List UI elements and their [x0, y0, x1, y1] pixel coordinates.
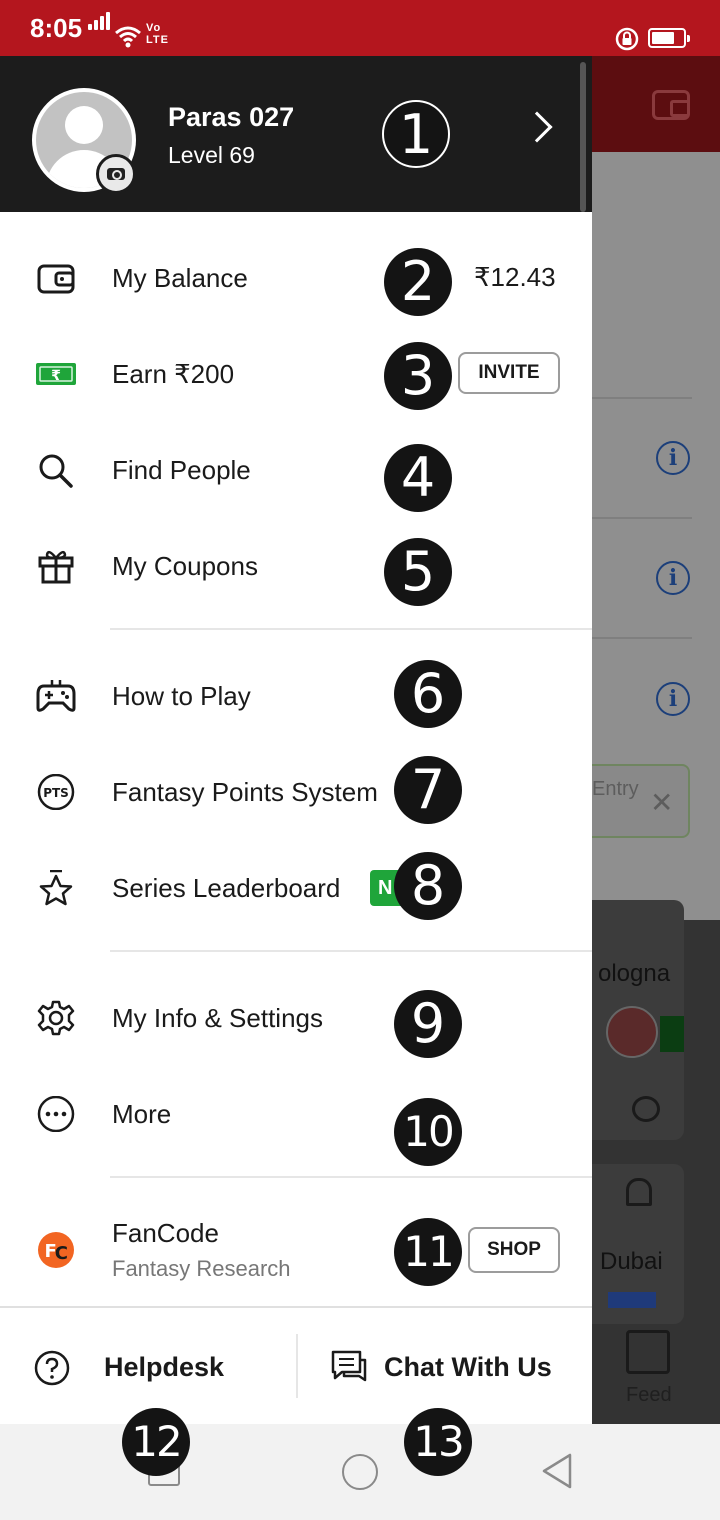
- avatar-head: [65, 106, 103, 144]
- info-icon: i: [656, 441, 690, 475]
- chat-with-us-button[interactable]: Chat With Us: [384, 1352, 552, 1383]
- points-icon: PTS: [37, 774, 75, 810]
- annotation-marker-3: 3: [384, 342, 452, 410]
- invite-button[interactable]: INVITE: [458, 352, 560, 394]
- wallet-icon: [652, 90, 690, 120]
- divider: [110, 628, 592, 630]
- feed-label: Feed: [626, 1384, 672, 1406]
- menu-label: More: [112, 1099, 172, 1129]
- menu-label: Fantasy Points System: [112, 777, 378, 807]
- star-icon: [39, 870, 73, 906]
- annotation-marker-11: 11: [394, 1218, 462, 1286]
- wallet-icon: [37, 264, 75, 294]
- more-icon: [37, 1096, 75, 1132]
- menu-label: My Info & Settings: [112, 1003, 323, 1033]
- home-button[interactable]: [342, 1454, 378, 1490]
- annotation-marker-13: 13: [404, 1408, 472, 1476]
- divider: [110, 950, 592, 952]
- menu-item-my-coupons[interactable]: My Coupons: [0, 526, 592, 606]
- menu-item-settings[interactable]: My Info & Settings: [0, 978, 592, 1058]
- menu-label: My Coupons: [112, 551, 258, 581]
- feed-icon: [626, 1330, 670, 1374]
- shop-button[interactable]: SHOP: [468, 1227, 560, 1273]
- menu-label: My Balance: [112, 263, 248, 293]
- menu-label: FanCode: [112, 1218, 219, 1248]
- profile-level: Level 69: [168, 142, 255, 168]
- rotation-lock-icon: [615, 27, 639, 51]
- annotation-marker-4: 4: [384, 444, 452, 512]
- annotation-marker-9: 9: [394, 990, 462, 1058]
- svg-text:C: C: [55, 1243, 68, 1264]
- gamepad-icon: [36, 680, 76, 712]
- profile-header[interactable]: Paras 027 Level 69: [0, 56, 592, 212]
- menu-item-how-to-play[interactable]: How to Play: [0, 656, 592, 736]
- annotation-marker-8: 8: [394, 852, 462, 920]
- annotation-marker-6: 6: [394, 660, 462, 728]
- entry-banner: [592, 764, 690, 838]
- helpdesk-button[interactable]: Helpdesk: [104, 1352, 224, 1383]
- menu-label: Series Leaderboard: [112, 873, 341, 903]
- alarm-icon: [632, 1096, 660, 1122]
- back-button[interactable]: [540, 1452, 574, 1490]
- camera-icon[interactable]: [96, 154, 136, 194]
- divider: [296, 1334, 298, 1398]
- annotation-marker-10: 10: [394, 1098, 462, 1166]
- menu-item-earn[interactable]: ₹ Earn ₹200 INVITE: [0, 334, 592, 414]
- divider: [592, 517, 692, 519]
- status-bar: 8:05 Vo LTE: [0, 0, 720, 56]
- team-logo: [608, 1292, 656, 1308]
- divider: [110, 1176, 592, 1178]
- team-name: Dubai: [600, 1248, 663, 1275]
- pts-text: PTS: [43, 786, 69, 800]
- profile-name: Paras 027: [168, 102, 295, 132]
- divider: [592, 637, 692, 639]
- menu-label: Earn ₹200: [112, 359, 235, 389]
- menu-sublabel: Fantasy Research: [112, 1256, 291, 1281]
- team-name: ologna: [598, 960, 671, 987]
- close-icon: ✕: [650, 787, 674, 818]
- annotation-marker-12: 12: [122, 1408, 190, 1476]
- bell-plus-icon: [626, 1178, 652, 1206]
- volte-icon: Vo LTE: [146, 22, 169, 46]
- menu-label: Find People: [112, 455, 251, 485]
- wifi-icon: [115, 26, 141, 48]
- chevron-right-icon[interactable]: [521, 111, 553, 143]
- help-icon: [34, 1350, 70, 1386]
- fancode-logo-icon: F C: [38, 1232, 74, 1268]
- chat-icon: [331, 1350, 367, 1382]
- search-icon: [39, 454, 73, 488]
- balance-amount: ₹12.43: [474, 262, 556, 292]
- battery-icon: [648, 28, 690, 48]
- annotation-marker-5: 5: [384, 538, 452, 606]
- annotation-marker-2: 2: [384, 248, 452, 316]
- menu-label: How to Play: [112, 681, 251, 711]
- status-time: 8:05: [30, 13, 83, 43]
- gear-icon: [37, 1000, 75, 1036]
- team-stripe: [660, 1016, 684, 1052]
- menu-item-my-balance[interactable]: My Balance ₹12.43: [0, 238, 592, 318]
- menu-item-fantasy-points-system[interactable]: PTS Fantasy Points System: [0, 752, 592, 832]
- divider: [592, 397, 692, 399]
- menu-item-fancode[interactable]: F C FanCode Fantasy Research SHOP: [0, 1200, 592, 1304]
- navigation-drawer: Paras 027 Level 69 My Balance ₹12.43 ₹ E…: [0, 56, 592, 1424]
- team-logo: [606, 1006, 658, 1058]
- system-nav-bar: [0, 1424, 720, 1520]
- info-icon: i: [656, 561, 690, 595]
- drawer-footer: Helpdesk Chat With Us: [0, 1306, 592, 1424]
- background-header: [592, 56, 720, 152]
- background-app: i i i Entry ✕ ologna Dubai Feed: [592, 56, 720, 1424]
- menu-item-more[interactable]: More: [0, 1074, 592, 1154]
- menu-item-find-people[interactable]: Find People: [0, 430, 592, 510]
- cash-icon: ₹: [36, 363, 76, 385]
- annotation-marker-7: 7: [394, 756, 462, 824]
- scrollbar[interactable]: [580, 62, 586, 212]
- menu-item-series-leaderboard[interactable]: Series Leaderboard N: [0, 848, 592, 928]
- svg-text:₹: ₹: [51, 368, 61, 384]
- entry-text: Entry: [592, 778, 639, 800]
- gift-icon: [38, 550, 74, 584]
- annotation-marker-1: 1: [382, 100, 450, 168]
- info-icon: i: [656, 682, 690, 716]
